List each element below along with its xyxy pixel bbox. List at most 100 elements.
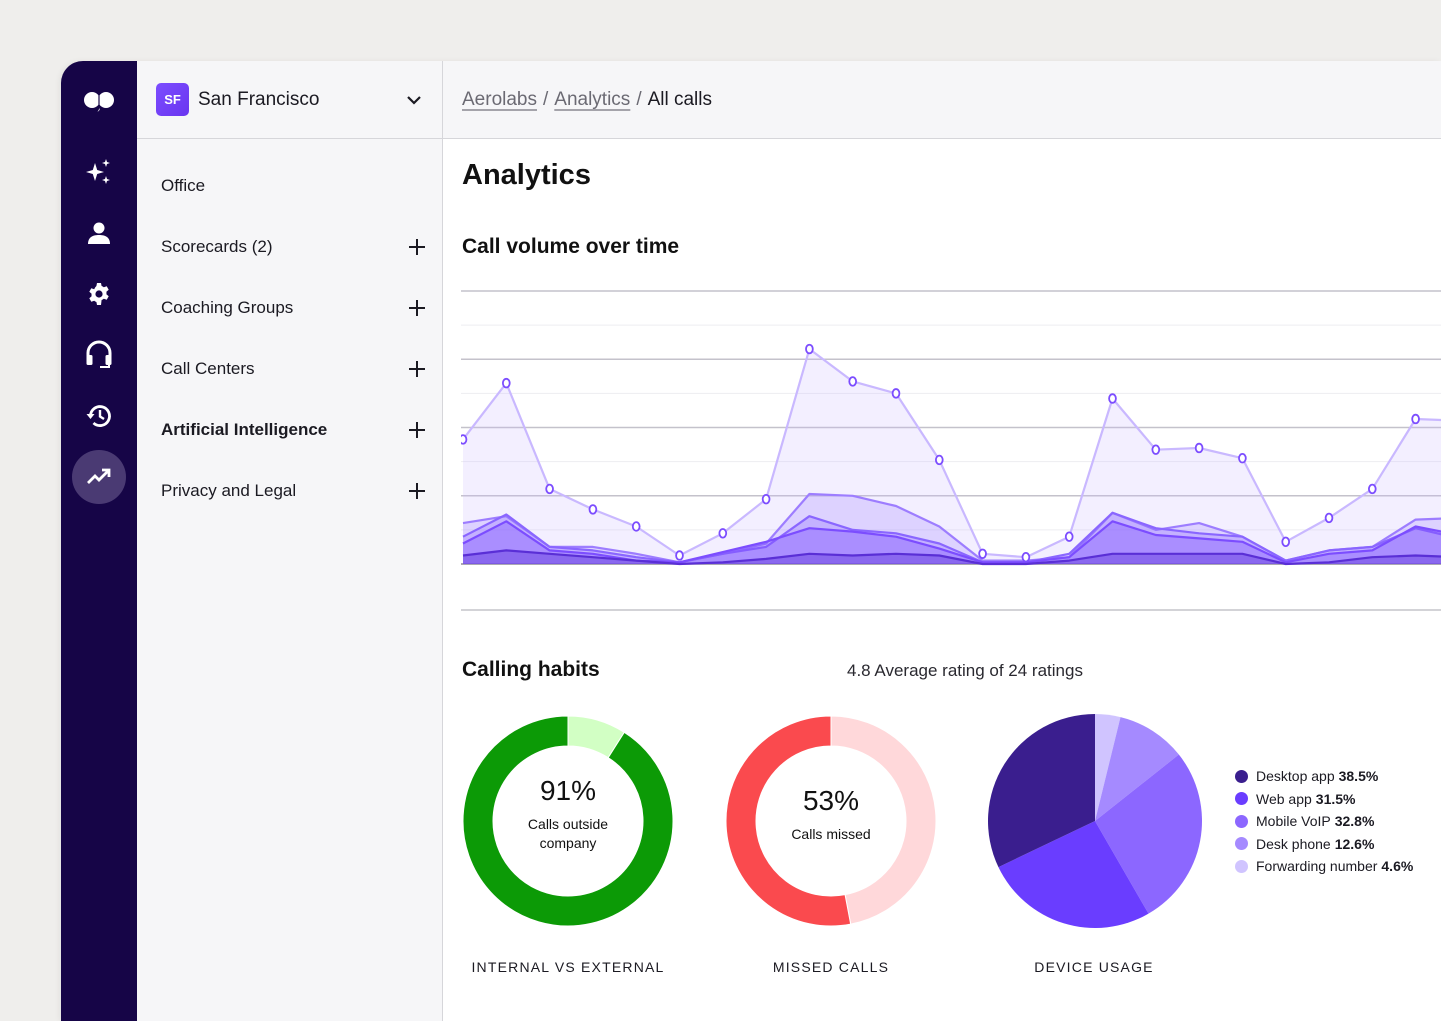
nav-item-coaching-groups[interactable]: Coaching Groups xyxy=(137,277,442,338)
data-point xyxy=(805,343,814,355)
nav-item-label: Coaching Groups xyxy=(161,297,294,317)
app-window: SF San Francisco Office Scorecards (2) C… xyxy=(61,61,1441,1021)
history-icon xyxy=(86,405,111,427)
calling-habits-title: Calling habits xyxy=(462,658,600,681)
data-point xyxy=(458,434,468,445)
data-point xyxy=(1281,536,1290,548)
rail-ai-button[interactable] xyxy=(72,145,126,199)
legend-value: 32.8% xyxy=(1334,813,1375,830)
legend-label: Mobile VoIP xyxy=(1256,813,1331,830)
data-point xyxy=(1367,483,1377,495)
breadcrumb-link-analytics[interactable]: Analytics xyxy=(554,89,630,111)
data-point xyxy=(1021,551,1031,563)
data-point xyxy=(1108,393,1117,404)
data-point xyxy=(1324,512,1334,524)
call-volume-svg xyxy=(458,290,1441,566)
nav-list: Office Scorecards (2) Coaching Groups Ca… xyxy=(137,139,442,521)
donut-sub-line: Calls outside xyxy=(527,816,609,832)
call-volume-chart xyxy=(458,283,1441,613)
rail-settings-button[interactable] xyxy=(72,267,126,321)
nav-item-label: Scorecards (2) xyxy=(161,236,273,256)
data-point xyxy=(761,493,771,505)
legend-value: 4.6% xyxy=(1381,858,1414,875)
device-usage-caption: DEVICE USAGE xyxy=(1034,959,1154,975)
breadcrumb: Aerolabs / Analytics / All calls xyxy=(443,61,1441,139)
org-name: San Francisco xyxy=(198,88,320,110)
main-content: Aerolabs / Analytics / All calls Analyti… xyxy=(443,61,1441,1021)
legend-dot-icon xyxy=(1235,814,1248,828)
data-point xyxy=(631,521,641,532)
legend-label: Desktop app xyxy=(1256,768,1335,785)
data-point xyxy=(501,377,511,389)
call-volume-title: Call volume over time xyxy=(462,235,680,258)
donut-center: 91% Calls outside company xyxy=(462,775,674,853)
breadcrumb-current: All calls xyxy=(647,88,712,110)
logo-icon[interactable] xyxy=(79,85,119,117)
nav-item-label: Office xyxy=(161,175,206,195)
nav-item-artificial-intelligence[interactable]: Artificial Intelligence xyxy=(137,399,442,460)
plus-icon[interactable] xyxy=(408,299,426,317)
nav-item-label: Privacy and Legal xyxy=(161,480,297,500)
nav-item-label: Artificial Intelligence xyxy=(161,419,328,439)
nav-item-privacy-legal[interactable]: Privacy and Legal xyxy=(137,460,442,521)
rail-users-button[interactable] xyxy=(72,206,126,260)
data-point xyxy=(675,550,684,561)
legend-dot-icon xyxy=(1235,859,1248,873)
plus-icon[interactable] xyxy=(408,360,426,378)
gear-icon xyxy=(89,283,109,305)
average-rating: 4.8 Average rating of 24 ratings xyxy=(847,661,1083,680)
page-title: Analytics xyxy=(462,159,591,191)
data-point xyxy=(1064,531,1074,542)
data-point xyxy=(545,483,554,495)
legend-item: Forwarding number 4.6% xyxy=(1235,855,1413,878)
data-point xyxy=(718,528,728,539)
device-usage-legend: Desktop app 38.5% Web app 31.5% Mobile VoIP 3… xyxy=(1235,765,1413,878)
legend-value: 12.6% xyxy=(1334,835,1375,852)
nav-item-scorecards[interactable]: Scorecards (2) xyxy=(137,216,442,277)
plus-icon[interactable] xyxy=(408,421,426,439)
data-point xyxy=(588,504,598,515)
internal-external-percent: 91% xyxy=(539,775,597,806)
legend-label: Forwarding number xyxy=(1256,858,1378,875)
data-point xyxy=(848,376,858,387)
sparkles-icon xyxy=(86,159,110,184)
rail-call-centers-button[interactable] xyxy=(72,328,126,382)
data-point xyxy=(934,454,944,466)
legend-value: 38.5% xyxy=(1338,768,1379,785)
nav-item-office[interactable]: Office xyxy=(137,155,442,216)
legend-label: Web app xyxy=(1256,790,1312,807)
plus-icon[interactable] xyxy=(408,238,426,256)
legend-item: Desk phone 12.6% xyxy=(1235,833,1413,856)
chevron-down-icon[interactable] xyxy=(404,90,424,110)
nav-item-call-centers[interactable]: Call Centers xyxy=(137,338,442,399)
area-total xyxy=(463,349,1441,564)
data-point xyxy=(1238,453,1247,464)
legend-label: Desk phone xyxy=(1256,835,1331,852)
internal-external-donut: 91% Calls outside company xyxy=(462,715,674,927)
missed-calls-percent: 53% xyxy=(802,785,860,816)
data-point xyxy=(1411,413,1420,425)
rail-analytics-button[interactable] xyxy=(72,450,126,504)
trending-up-icon xyxy=(87,468,111,484)
missed-calls-label: Calls missed xyxy=(791,826,871,842)
data-point xyxy=(891,388,901,399)
plus-icon[interactable] xyxy=(408,482,426,500)
chart-bottom-divider xyxy=(461,609,1441,611)
donut-center: 53% Calls missed xyxy=(725,785,937,844)
device-usage-pie xyxy=(987,713,1203,929)
data-point xyxy=(978,548,987,559)
internal-external-label: Calls outside company xyxy=(462,815,674,853)
icon-rail xyxy=(61,61,137,1021)
legend-dot-icon xyxy=(1235,769,1248,783)
legend-dot-icon xyxy=(1235,837,1248,851)
missed-calls-donut: 53% Calls missed xyxy=(725,715,937,927)
legend-item: Web app 31.5% xyxy=(1235,788,1413,811)
legend-item: Mobile VoIP 32.8% xyxy=(1235,810,1413,833)
rail-history-button[interactable] xyxy=(72,389,126,443)
org-switcher[interactable]: SF San Francisco xyxy=(137,61,442,139)
user-icon xyxy=(88,222,110,244)
secondary-nav: SF San Francisco Office Scorecards (2) C… xyxy=(137,61,443,1021)
missed-calls-caption: MISSED CALLS xyxy=(772,959,890,975)
breadcrumb-link-aerolabs[interactable]: Aerolabs xyxy=(462,89,537,111)
device-usage-svg xyxy=(988,714,1202,928)
